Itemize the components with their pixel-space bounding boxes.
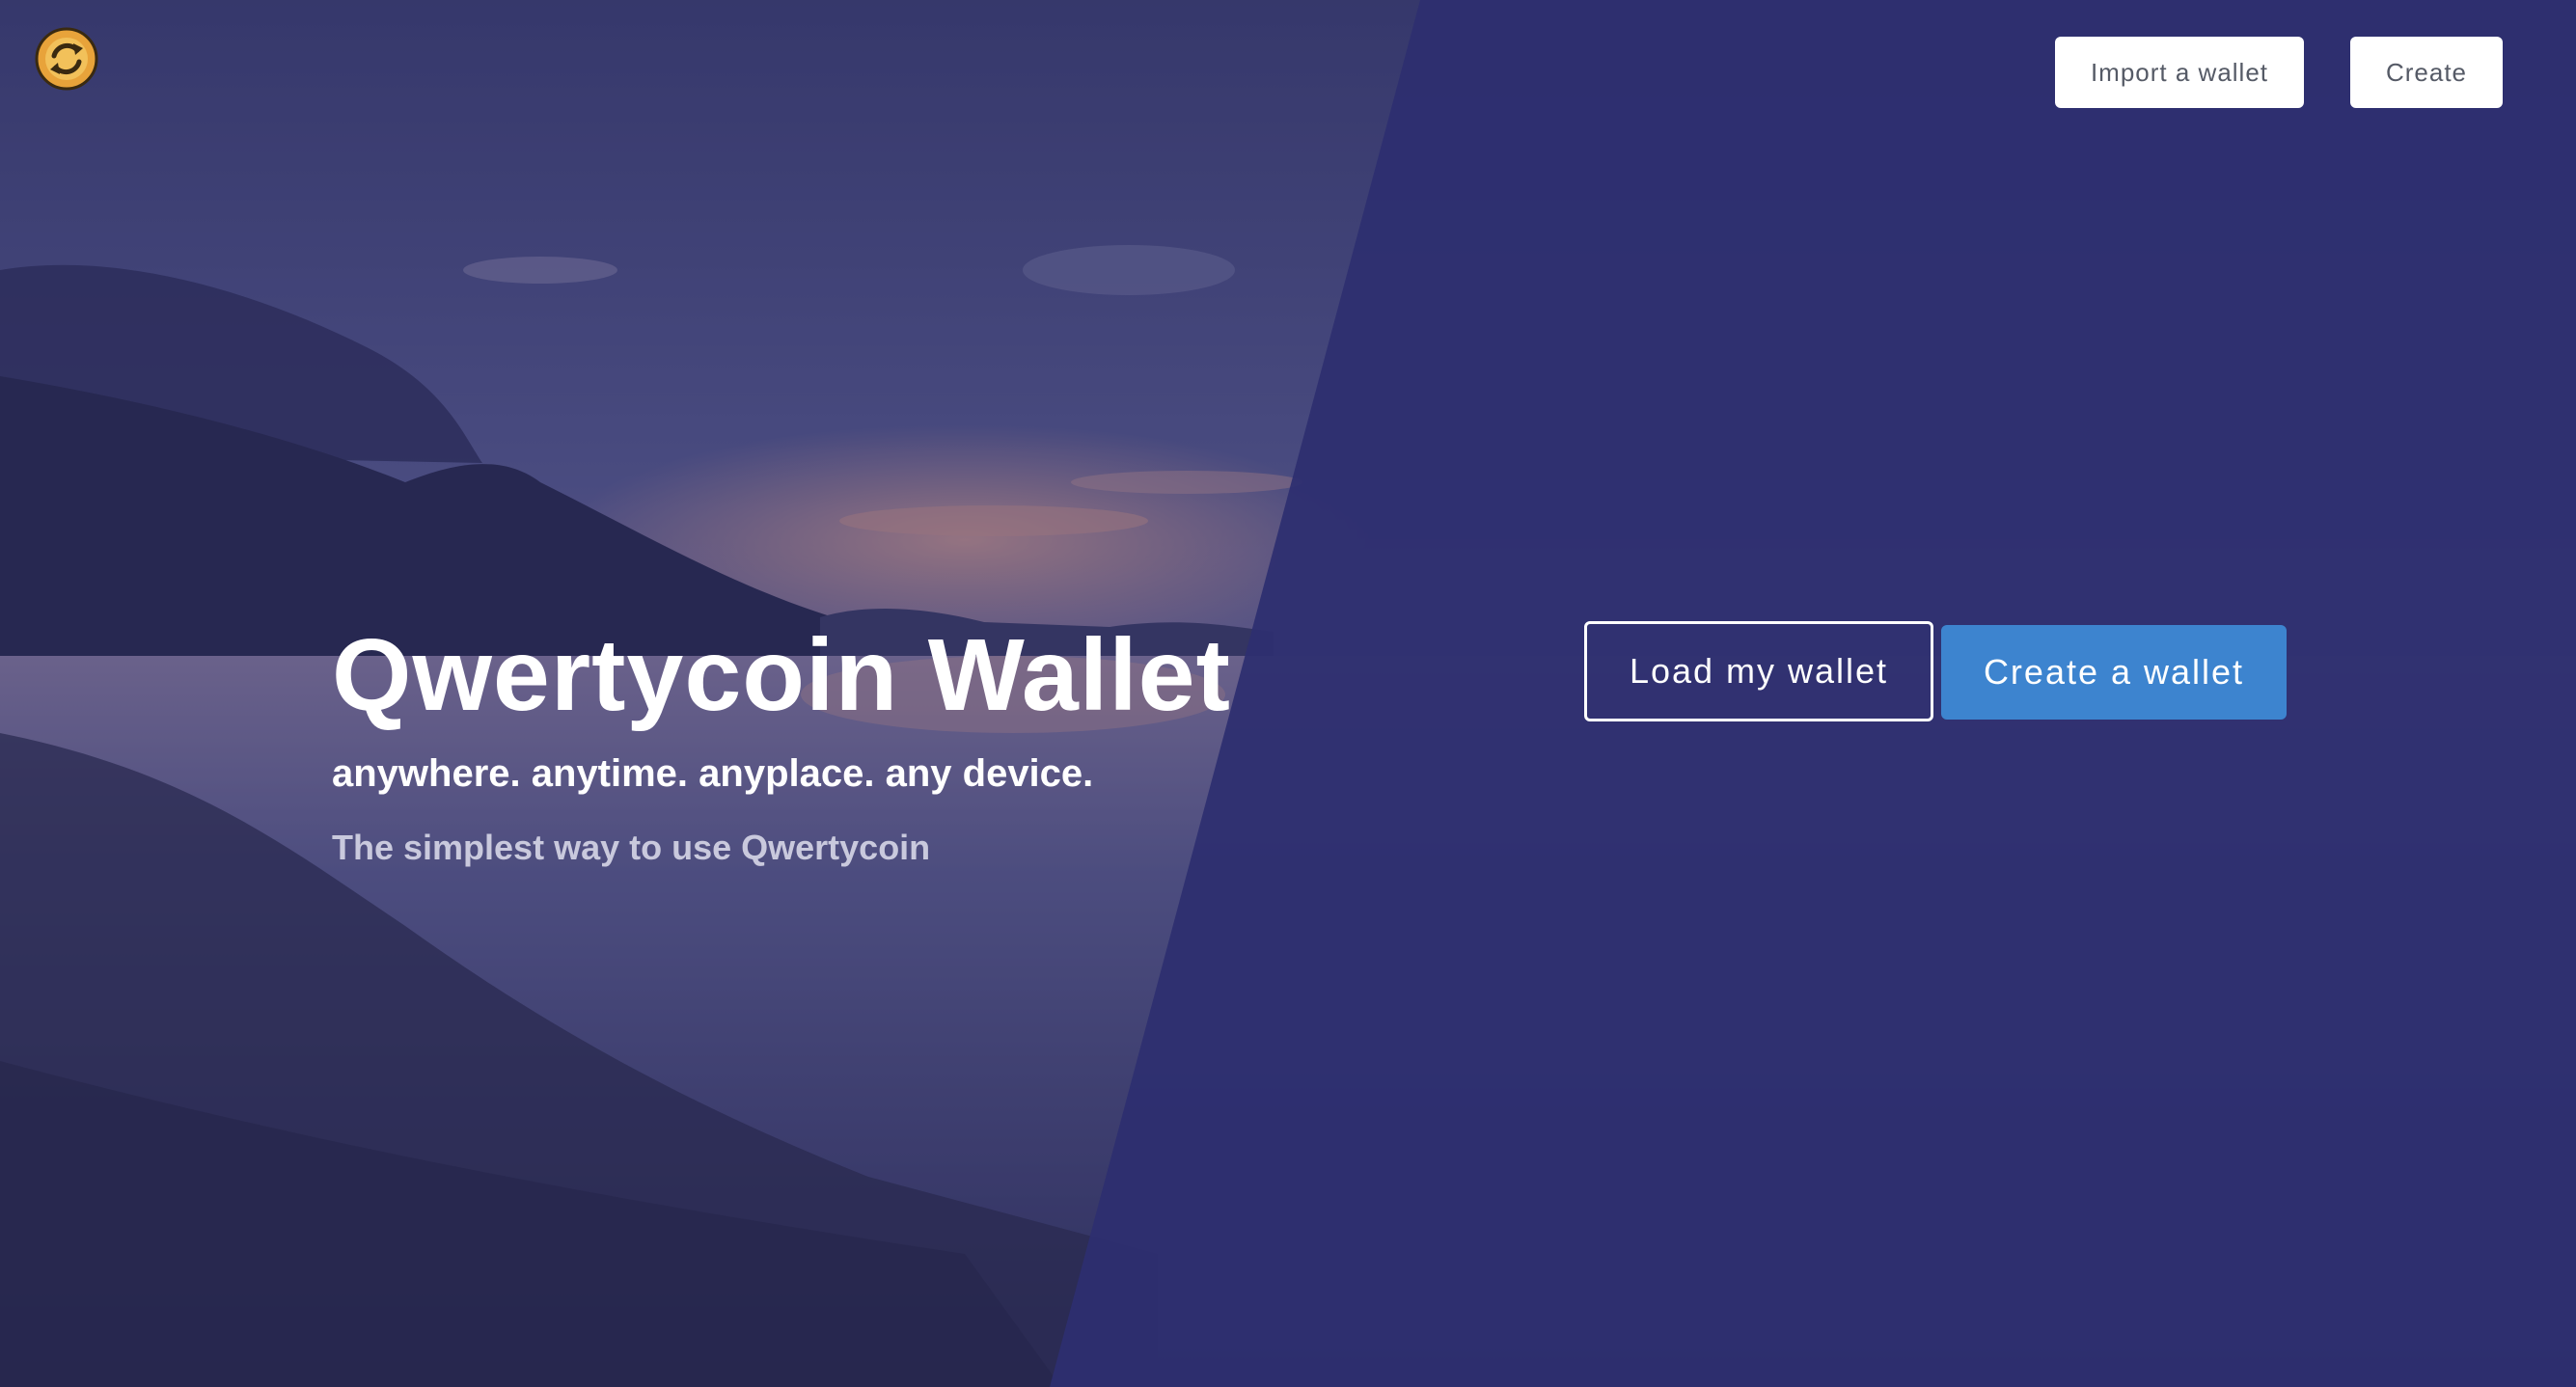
create-button[interactable]: Create	[2350, 37, 2503, 108]
hero-subtitle: anywhere. anytime. anyplace. any device.	[332, 752, 1094, 795]
import-wallet-button[interactable]: Import a wallet	[2055, 37, 2304, 108]
landing-page: Import a wallet Create Qwertycoin Wallet…	[0, 0, 2576, 1387]
page-title: Qwertycoin Wallet	[332, 618, 1231, 732]
load-wallet-button[interactable]: Load my wallet	[1584, 621, 1933, 721]
hero-tagline: The simplest way to use Qwertycoin	[332, 828, 931, 867]
create-wallet-button[interactable]: Create a wallet	[1941, 625, 2287, 720]
qwertycoin-logo-icon[interactable]	[35, 27, 98, 91]
